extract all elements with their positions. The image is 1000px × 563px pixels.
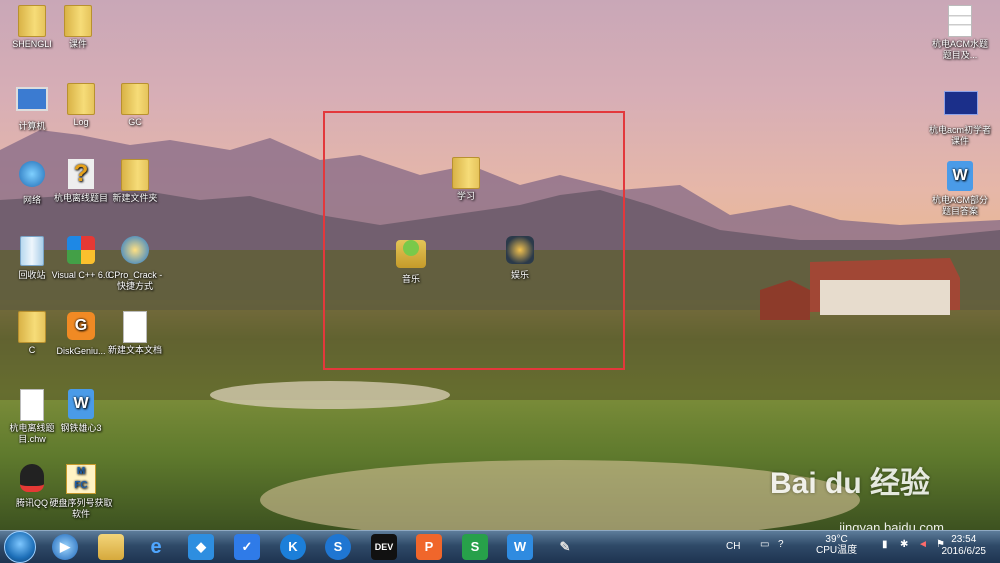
desktop-icon-disk-serial[interactable]: M FC 硬盘序列号获取软件 — [49, 462, 113, 520]
document-icon — [16, 389, 48, 421]
wps-doc-icon: W — [65, 389, 97, 421]
wps-doc-icon: W — [944, 161, 976, 193]
ime-indicator[interactable]: CH — [726, 541, 740, 552]
taskbar: ▶ e ◆ ✓ K S DEV P S W ✎ CH ▭ ? 39°C CPU温… — [0, 530, 1000, 563]
keyboard-icon[interactable]: ▭ — [760, 539, 769, 550]
mfc-app-icon: M FC — [65, 464, 97, 496]
baidu-url: jingyan.baidu.com — [839, 520, 944, 530]
app-icon[interactable]: ◆ — [188, 534, 214, 560]
dev-icon[interactable]: DEV — [371, 534, 397, 560]
bluetooth-icon[interactable]: ✱ — [900, 539, 908, 550]
selection-highlight-box — [323, 111, 625, 370]
windows-media-player-icon[interactable]: ▶ — [52, 534, 78, 560]
folder-icon — [119, 159, 151, 191]
shield-icon[interactable]: ✓ — [234, 534, 260, 560]
app-shortcut-icon — [119, 236, 151, 268]
desktop-icon-kejian[interactable]: 课件 — [46, 4, 110, 50]
system-tray: CH ▭ ? 39°C CPU温度 ▮ ✱ ◄ ⚑ 23:54 2016/6/2… — [720, 531, 1000, 563]
qq-icon — [16, 464, 48, 496]
desktop-icon-acm-answers[interactable]: W 杭电ACM部分题目答案 — [928, 160, 992, 217]
ie-icon[interactable]: e — [143, 534, 169, 560]
cpu-temp-label: CPU温度 — [816, 545, 858, 556]
recycle-bin-icon — [16, 236, 48, 268]
word-icon[interactable]: W — [507, 534, 533, 560]
s-icon[interactable]: S — [325, 534, 351, 560]
desktop-icon-new-text-doc[interactable]: 新建文本文档 — [103, 310, 167, 356]
visual-cpp-icon — [65, 236, 97, 268]
cpu-temp[interactable]: 39°C CPU温度 — [816, 534, 857, 556]
clock-time: 23:54 — [951, 534, 977, 545]
desktop-icon-cpro-crack[interactable]: CPro_Crack - 快捷方式 — [103, 234, 167, 292]
diskgenius-icon: G — [65, 312, 97, 344]
cpu-temp-value: 39°C — [825, 534, 848, 545]
desktop-icon-acm-courseware[interactable]: 杭电acm初学者课件 — [928, 86, 992, 147]
desktop-icon-hoi3[interactable]: W 钢铁雄心3 — [49, 388, 113, 434]
speaker-muted-icon[interactable]: ◄ — [918, 539, 928, 550]
settings-icon[interactable]: ✎ — [552, 534, 578, 560]
computer-icon — [16, 87, 48, 119]
k-icon[interactable]: K — [280, 534, 306, 560]
text-document-icon — [119, 311, 151, 343]
clock[interactable]: 23:54 2016/6/25 — [942, 534, 987, 558]
help-icon[interactable]: ? — [778, 539, 784, 550]
desktop-icon-acm-problems[interactable]: 杭电ACM水题题目及... — [928, 4, 992, 61]
presentation-icon[interactable]: P — [416, 534, 442, 560]
explorer-icon[interactable] — [98, 534, 124, 560]
network-tray-icon[interactable]: ▮ — [882, 539, 888, 550]
desktop-icon-gc[interactable]: GC — [103, 82, 167, 128]
start-button[interactable] — [4, 531, 36, 563]
presentation-icon — [944, 91, 978, 123]
help-icon: ? — [65, 159, 97, 191]
sheet-icon[interactable]: S — [462, 534, 488, 560]
folder-icon — [119, 83, 151, 115]
clock-date: 2016/6/25 — [941, 546, 987, 557]
baidu-watermark: Bai du 经验 — [769, 467, 930, 500]
folder-icon — [65, 83, 97, 115]
folder-icon — [16, 311, 48, 343]
user-folder-icon — [16, 5, 48, 37]
network-icon — [16, 161, 48, 193]
spreadsheet-icon — [944, 5, 976, 37]
desktop-icon-new-folder[interactable]: 新建文件夹 — [103, 158, 167, 204]
folder-icon — [62, 5, 94, 37]
desktop[interactable]: SHENGLI 课件 计算机 Log GC 网络 ? 杭电离线题目 新建文件夹 … — [0, 0, 1000, 530]
